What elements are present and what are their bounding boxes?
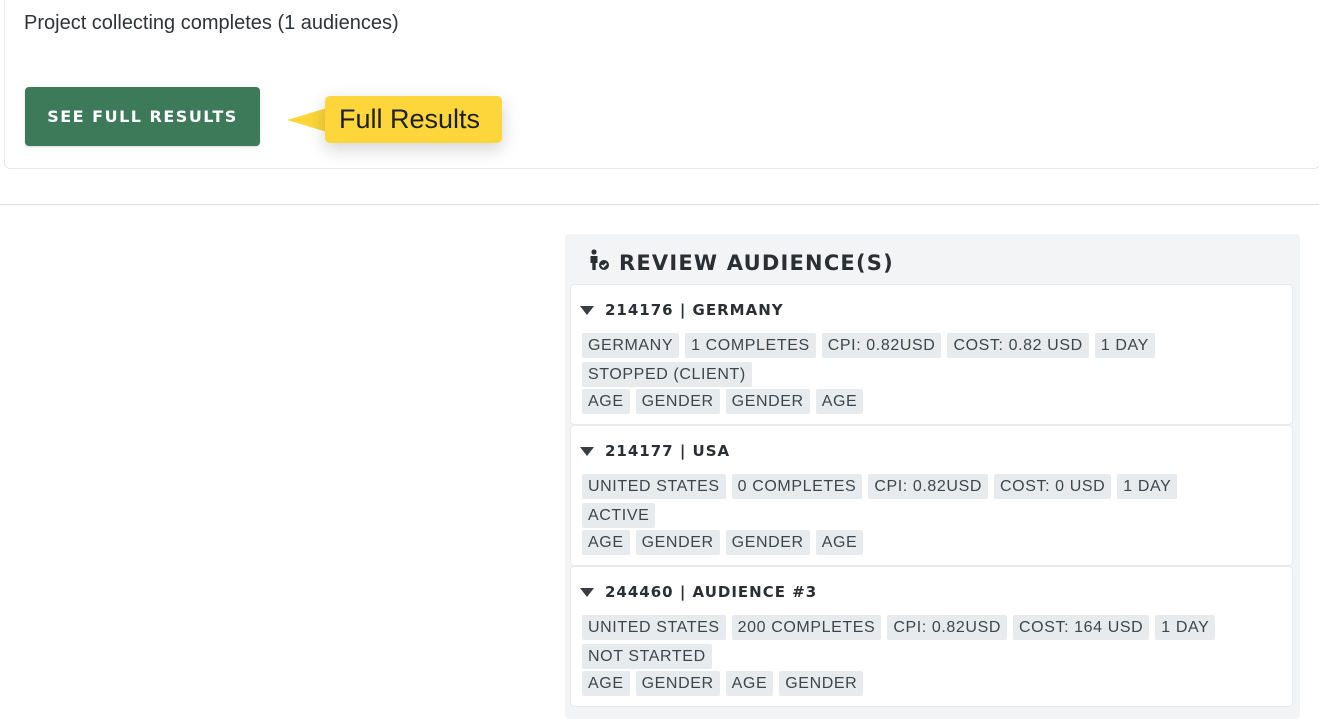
target-tag: GENDER [635,530,720,555]
caret-down-icon[interactable] [580,305,594,315]
full-results-tooltip: Full Results [325,96,502,143]
country-tag: UNITED STATES [582,615,726,640]
audience-title: 214176 | GERMANY [605,301,784,319]
audience-title: 214177 | USA [605,442,731,460]
completes-tag: 1 COMPLETES [685,333,816,358]
target-tag: GENDER [725,389,810,414]
audience-check-icon [587,248,611,277]
audience-targets: AGE GENDER GENDER AGE [582,530,864,555]
caret-down-icon[interactable] [580,587,594,597]
audience-title: 244460 | AUDIENCE #3 [605,583,818,601]
section-divider [0,204,1319,205]
audience-tags: UNITED STATES 0 COMPLETES CPI: 0.82USD C… [582,474,1178,499]
status-tag: ACTIVE [582,503,656,528]
audience-status-row: ACTIVE [582,503,656,528]
audience-header[interactable]: 244460 | AUDIENCE #3 [580,583,817,601]
completes-tag: 0 COMPLETES [731,474,863,499]
status-tag: STOPPED (CLIENT) [582,362,752,387]
audience-targets: AGE GENDER GENDER AGE [582,389,864,414]
audience-tags: UNITED STATES 200 COMPLETES CPI: 0.82USD… [582,615,1216,640]
caret-down-icon[interactable] [580,446,594,456]
cost-tag: COST: 0.82 USD [947,333,1089,358]
audience-status-row: NOT STARTED [582,644,712,669]
target-tag: AGE [582,671,630,696]
cpi-tag: CPI: 0.82USD [868,474,988,499]
target-tag: GENDER [635,671,720,696]
target-tag: AGE [815,389,864,414]
duration-tag: 1 DAY [1117,474,1178,499]
audience-tags: GERMANY 1 COMPLETES CPI: 0.82USD COST: 0… [582,333,1155,358]
country-tag: GERMANY [582,333,680,358]
status-tag: NOT STARTED [582,644,712,669]
target-tag: AGE [725,671,774,696]
see-full-results-button[interactable]: SEE FULL RESULTS [25,87,260,146]
review-audiences-panel: REVIEW AUDIENCE(S) 214176 | GERMANY GERM… [565,234,1300,719]
review-title: REVIEW AUDIENCE(S) [619,250,894,275]
review-header: REVIEW AUDIENCE(S) [587,248,894,277]
audience-targets: AGE GENDER AGE GENDER [582,671,864,696]
duration-tag: 1 DAY [1155,615,1216,640]
project-status-card: Project collecting completes (1 audience… [4,0,1319,169]
duration-tag: 1 DAY [1094,333,1155,358]
audience-card: 214177 | USA UNITED STATES 0 COMPLETES C… [570,425,1293,566]
target-tag: AGE [582,389,630,414]
audience-header[interactable]: 214177 | USA [580,442,730,460]
cost-tag: COST: 164 USD [1013,615,1150,640]
target-tag: GENDER [779,671,864,696]
project-status-text: Project collecting completes (1 audience… [24,12,399,34]
audience-header[interactable]: 214176 | GERMANY [580,301,784,319]
target-tag: AGE [815,530,864,555]
cpi-tag: CPI: 0.82USD [887,615,1007,640]
audience-card: 244460 | AUDIENCE #3 UNITED STATES 200 C… [570,566,1293,707]
country-tag: UNITED STATES [582,474,726,499]
audience-status-row: STOPPED (CLIENT) [582,362,752,387]
cpi-tag: CPI: 0.82USD [821,333,942,358]
target-tag: AGE [582,530,630,555]
tooltip-arrow [287,108,327,132]
target-tag: GENDER [635,389,720,414]
completes-tag: 200 COMPLETES [731,615,882,640]
audience-card: 214176 | GERMANY GERMANY 1 COMPLETES CPI… [570,284,1293,425]
cost-tag: COST: 0 USD [994,474,1112,499]
target-tag: GENDER [725,530,810,555]
